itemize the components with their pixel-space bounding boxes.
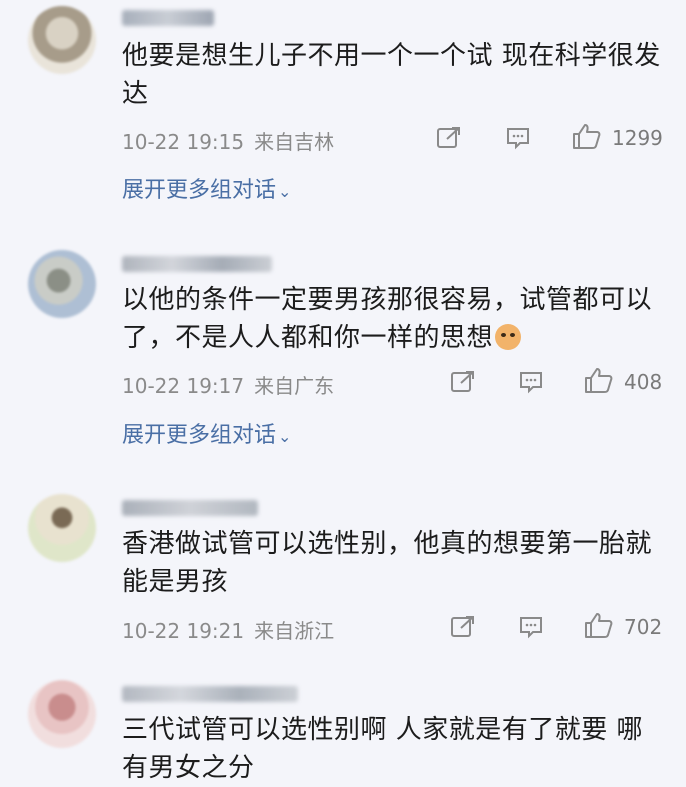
like-count: 408 xyxy=(624,370,663,394)
username-blurred[interactable] xyxy=(122,686,298,702)
avatar[interactable] xyxy=(28,6,96,74)
username-blurred[interactable] xyxy=(122,500,258,516)
chevron-down-icon: ⌄ xyxy=(278,427,292,446)
comment-text-body: 以他的条件一定要男孩那很容易，试管都可以了，不是人人都和你一样的思想 xyxy=(122,285,653,353)
comment-location: 来自广东 xyxy=(254,374,335,398)
expand-replies-link[interactable]: 展开更多组对话 ⌄ xyxy=(122,417,291,449)
comment-location: 来自吉林 xyxy=(254,130,335,154)
username-blurred[interactable] xyxy=(122,10,214,26)
thumbs-up-icon[interactable] xyxy=(584,611,614,639)
avatar[interactable] xyxy=(28,250,96,318)
thumbs-up-icon[interactable] xyxy=(584,366,614,394)
expand-replies-label: 展开更多组对话 xyxy=(122,423,277,448)
comment-text: 他要是想生儿子不用一个一个试 现在科学很发达 xyxy=(122,41,661,109)
comment-meta: 10-22 19:17 来自广东 xyxy=(122,370,334,399)
thumbs-up-icon[interactable] xyxy=(572,122,602,150)
comment-icon[interactable] xyxy=(505,126,531,150)
share-icon[interactable] xyxy=(436,126,462,150)
like-count: 1299 xyxy=(612,126,663,150)
expand-replies-link[interactable]: 展开更多组对话 ⌄ xyxy=(122,172,291,204)
comment-icon[interactable] xyxy=(518,615,544,639)
comment-text: 三代试管可以选性别啊 人家就是有了就要 哪有男女之分 xyxy=(122,715,644,783)
expand-replies-label: 展开更多组对话 xyxy=(122,178,277,203)
comment-time: 10-22 19:17 xyxy=(122,374,245,398)
username-blurred[interactable] xyxy=(122,256,272,272)
comment-time: 10-22 19:21 xyxy=(122,619,245,643)
comment-location: 来自浙江 xyxy=(254,619,335,643)
share-icon[interactable] xyxy=(450,615,476,639)
comment-meta: 10-22 19:15 来自吉林 xyxy=(122,126,334,155)
comment-meta: 10-22 19:21 来自浙江 xyxy=(122,615,334,644)
avatar[interactable] xyxy=(28,494,96,562)
like-count: 702 xyxy=(624,615,663,639)
comment-time: 10-22 19:15 xyxy=(122,130,245,154)
avatar[interactable] xyxy=(28,680,96,748)
comment-text: 香港做试管可以选性别，他真的想要第一胎就能是男孩 xyxy=(122,529,653,597)
comment-text: 以他的条件一定要男孩那很容易，试管都可以了，不是人人都和你一样的思想 xyxy=(122,281,662,357)
chevron-down-icon: ⌄ xyxy=(278,182,292,201)
comment-icon[interactable] xyxy=(518,370,544,394)
share-icon[interactable] xyxy=(450,370,476,394)
cat-face-emoji-icon xyxy=(495,324,522,350)
